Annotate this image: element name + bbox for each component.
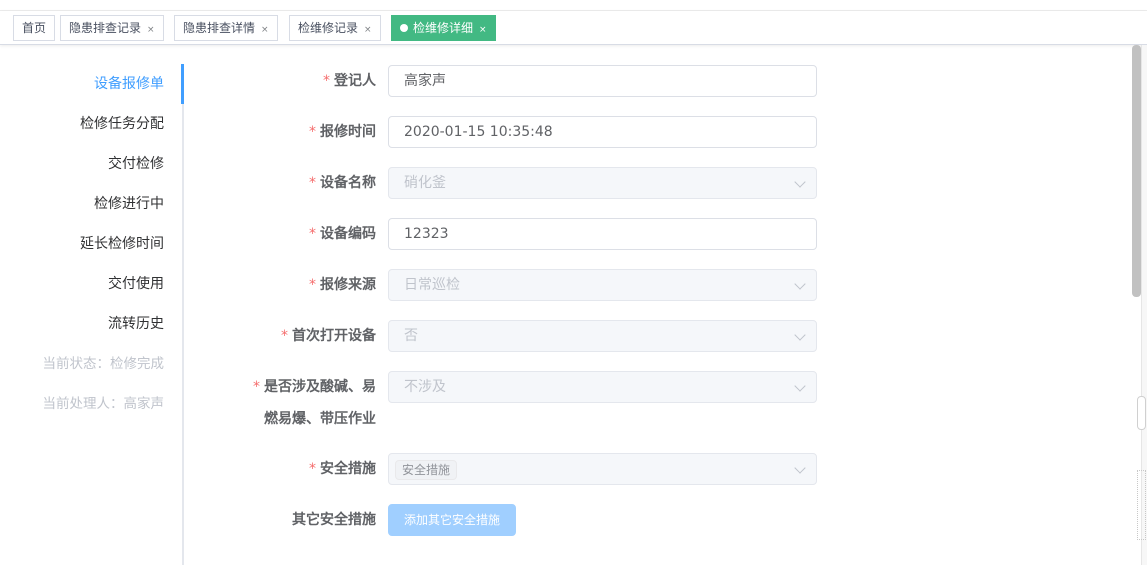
sidebar-item-deliver[interactable]: 交付使用 [108,264,164,304]
top-bar [0,0,1147,11]
tab-maintenance-detail[interactable]: 检维修详细 × [391,15,496,41]
close-icon[interactable]: × [479,25,487,35]
report-time-label: * 报修时间 [186,116,376,148]
safety-measures-select[interactable]: 安全措施 [388,453,817,485]
registrant-label: * 登记人 [186,65,376,97]
scrollbar-thumb[interactable] [1132,45,1141,297]
label-text: 设备名称 [320,175,376,191]
chevron-down-icon [794,462,806,474]
report-source-label: * 报修来源 [186,269,376,301]
label-text-line2: 燃易爆、带压作业 [264,411,376,427]
current-handler: 当前处理人：高家声 [42,396,165,412]
registrant-input[interactable]: 高家声 [388,65,817,97]
report-time-value: 2020-01-15 10:35:48 [404,124,553,140]
required-mark: * [281,328,288,344]
first-open-select[interactable]: 否 [388,320,817,352]
tab-label: 隐患排查记录 [69,21,142,35]
hazard-work-label: * 是否涉及酸碱、易 燃易爆、带压作业 [186,371,376,435]
first-open-value: 否 [404,328,418,344]
current-status: 当前状态：检修完成 [42,356,165,372]
close-icon[interactable]: × [261,25,269,35]
hazard-work-value: 不涉及 [404,379,446,395]
tab-hazard-detail[interactable]: 隐患排查详情 × [174,15,278,41]
tab-hazard-records[interactable]: 隐患排查记录 × [60,15,164,41]
report-source-value: 日常巡检 [404,277,460,293]
sidebar-item-in-progress[interactable]: 检修进行中 [94,184,164,224]
label-text: 报修来源 [320,277,376,293]
tab-label: 首页 [22,21,47,35]
required-mark: * [309,461,316,477]
tab-label: 检维修详细 [413,21,474,35]
registrant-value: 高家声 [404,73,446,89]
tab-label: 检维修记录 [298,21,359,35]
device-name-label: * 设备名称 [186,167,376,199]
chevron-down-icon [794,380,806,392]
label-text: 安全措施 [320,461,376,477]
add-other-measures-button[interactable]: 添加其它安全措施 [388,504,516,536]
other-measures-label: 其它安全措施 [186,504,376,536]
required-mark: * [253,379,260,395]
device-code-value: 12323 [404,226,449,242]
label-text: 其它安全措施 [292,512,376,528]
chevron-down-icon [794,278,806,290]
label-text: 报修时间 [320,124,376,140]
tab-home[interactable]: 首页 [13,15,56,41]
first-open-label: * 首次打开设备 [186,320,376,352]
sidebar-item-history[interactable]: 流转历史 [108,304,164,344]
safety-measure-tag: 安全措施 [395,460,458,480]
hazard-work-select[interactable]: 不涉及 [388,371,817,403]
sidebar-item-extend-time[interactable]: 延长检修时间 [80,224,164,264]
chevron-down-icon [794,329,806,341]
device-name-value: 硝化釜 [404,175,446,191]
device-code-input[interactable]: 12323 [388,218,817,250]
sidebar-item-task-assign[interactable]: 检修任务分配 [80,104,164,144]
edge-handle [1137,396,1146,430]
label-text-line1: 是否涉及酸碱、易 [264,379,376,395]
safety-measures-label: * 安全措施 [186,453,376,485]
report-source-select[interactable]: 日常巡检 [388,269,817,301]
tab-label: 隐患排查详情 [183,21,256,35]
tab-maintenance-records[interactable]: 检维修记录 × [289,15,381,41]
active-dot-icon [400,24,408,32]
active-step-indicator [181,64,184,104]
required-mark: * [309,226,316,242]
step-sidebar: 设备报修单 检修任务分配 交付检修 检修进行中 延长检修时间 交付使用 流转历史… [0,64,184,565]
close-icon[interactable]: × [147,25,155,35]
required-mark: * [309,124,316,140]
label-text: 首次打开设备 [292,328,376,344]
label-text: 设备编码 [320,226,376,242]
report-time-input[interactable]: 2020-01-15 10:35:48 [388,116,817,148]
device-name-select[interactable]: 硝化釜 [388,167,817,199]
device-code-label: * 设备编码 [186,218,376,250]
edge-handle [1137,470,1146,540]
required-mark: * [309,277,316,293]
close-icon[interactable]: × [364,25,372,35]
sidebar-item-hand-over[interactable]: 交付检修 [108,144,164,184]
tags-view-bar: 首页 隐患排查记录 × 隐患排查详情 × 检维修记录 × 检维修详细 × [0,11,1147,45]
required-mark: * [323,73,330,89]
sidebar-item-repair-form[interactable]: 设备报修单 [94,64,164,104]
label-text: 登记人 [334,73,376,89]
required-mark: * [309,175,316,191]
chevron-down-icon [794,176,806,188]
